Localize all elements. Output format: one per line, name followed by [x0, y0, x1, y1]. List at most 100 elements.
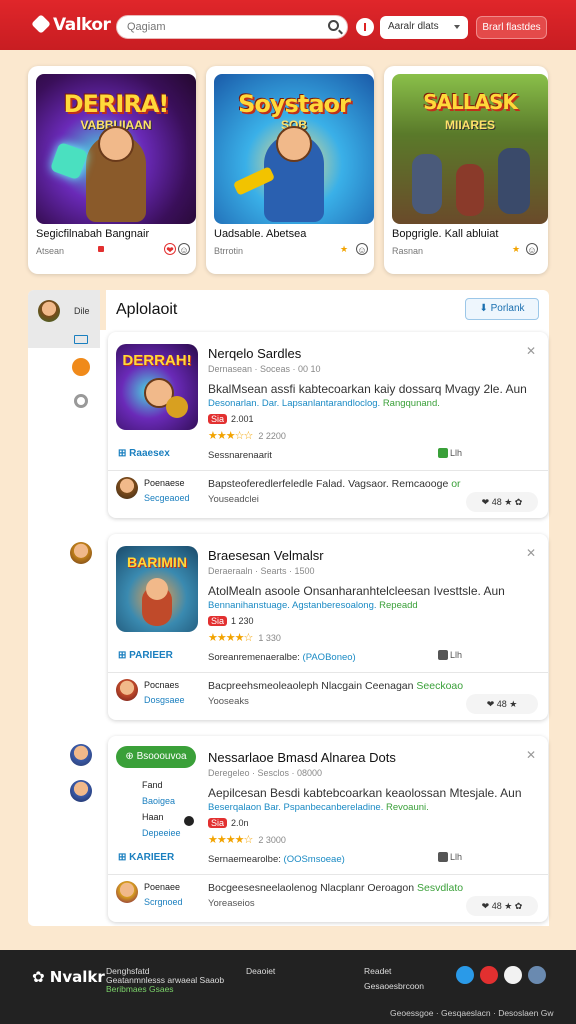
reactions[interactable]: ❤ 48 ★ ✿	[466, 492, 538, 512]
social-icon[interactable]	[480, 966, 498, 984]
user-avatar[interactable]	[116, 477, 138, 499]
flag-icon[interactable]	[438, 852, 448, 862]
sidebar-avatar[interactable]	[70, 780, 92, 802]
featured-image-1: DERIRA! VABBUIAAN	[36, 74, 196, 224]
social-icon[interactable]	[456, 966, 474, 984]
user-comment-text: Bocgeesesneelaolenog Nlacplanr Oeroagon	[208, 882, 415, 894]
tag-highlight[interactable]: Rangqunand.	[383, 398, 440, 409]
entry-description: BkalMsean assfi kabtecoarkan kaiy dossar…	[208, 382, 527, 396]
close-icon[interactable]: ✕	[526, 748, 536, 762]
sidebar: Dile	[28, 290, 100, 926]
tag-list[interactable]: Desonarlan. Dar. Lapsanlantarandloclog.	[208, 398, 380, 409]
price-value: 2.0n	[231, 818, 249, 828]
category-select[interactable]: Aaralr dlats	[380, 16, 468, 39]
info-icon[interactable]	[356, 18, 374, 36]
search-input[interactable]	[117, 16, 307, 38]
entry-thumbnail[interactable]: DERRAH!	[116, 344, 198, 430]
close-icon[interactable]: ✕	[526, 546, 536, 560]
category-pill-label: Bsooouvoa	[136, 751, 187, 762]
featured-card-3[interactable]: SALLASK MIIARES Bopgrigle. Kall abluiat …	[384, 66, 548, 274]
flag-icon[interactable]	[438, 650, 448, 660]
flag-icon[interactable]	[438, 448, 448, 458]
footer-link[interactable]: Beribmaes Gsaes	[106, 984, 174, 994]
user-name[interactable]: Poenaese	[144, 478, 185, 488]
settings-icon[interactable]	[74, 394, 88, 408]
search-icon[interactable]	[328, 20, 339, 31]
comment-link[interactable]: (PAOBoneo)	[303, 652, 356, 663]
smile-icon[interactable]: ☺	[526, 243, 538, 255]
comment-label: Sessnarenaarit	[208, 450, 272, 461]
app-entry[interactable]: BARIMIN Braesesan Velmalsr Deraeraaln · …	[108, 534, 548, 720]
user-avatar[interactable]	[116, 881, 138, 903]
sidebar-active-item[interactable]	[28, 290, 100, 348]
entry-comment-line: Sessnarenaarit	[208, 450, 272, 461]
price-value: 1 230	[231, 616, 254, 626]
user-handle[interactable]: Scrgnoed	[144, 897, 183, 907]
comment-link[interactable]: (OOSmsoeae)	[284, 854, 345, 865]
reactions[interactable]: ❤ 48 ★ ✿	[466, 896, 538, 916]
header-action-button[interactable]: Brarl flastdes	[476, 16, 547, 39]
featured-card-2[interactable]: Soystaor SOB Uadsable. Abetsea Btrrotin …	[206, 66, 374, 274]
warrior-figure	[456, 164, 484, 216]
app-entry[interactable]: ⊕ Bsooouvoa Fand Baoigea Haan Depeeiee N…	[108, 736, 548, 922]
gem-icon	[49, 141, 89, 181]
entry-title[interactable]: Nerqelo Sardles	[208, 346, 301, 361]
social-icon[interactable]	[528, 966, 546, 984]
footer-bottom-links[interactable]: Geoessgoe · Gesqaeslacn · Desoslaen Gw	[390, 1008, 553, 1018]
side-line[interactable]: Depeeiee	[142, 828, 181, 838]
social-icon[interactable]	[504, 966, 522, 984]
close-icon[interactable]: ✕	[526, 344, 536, 358]
tag-list[interactable]: Bennanihanstuage. Agstanberesoalong.	[208, 600, 377, 611]
entry-title[interactable]: Nessarlaoe Bmasd Alnarea Dots	[208, 750, 396, 765]
entry-price: Sia 2.0n	[208, 818, 249, 828]
sidebar-avatar[interactable]	[70, 744, 92, 766]
heart-icon[interactable]: ❤	[164, 243, 176, 255]
page-title: Aplolaoit	[116, 301, 178, 318]
user-name[interactable]: Pocnaes	[144, 680, 179, 690]
warrior-figure	[412, 154, 442, 214]
featured-title: Uadsable. Abetsea	[214, 228, 307, 240]
compass-icon[interactable]	[72, 358, 90, 376]
search-box[interactable]	[116, 15, 348, 39]
sidebar-avatar[interactable]	[70, 542, 92, 564]
logo-text: Valkor	[53, 15, 111, 35]
entry-link[interactable]: ⊞ KARIEER	[118, 852, 174, 863]
price-value: 2.001	[231, 414, 254, 424]
category-pill[interactable]: ⊕ Bsooouvoa	[116, 746, 196, 768]
entry-link[interactable]: ⊞ Raaesex	[118, 448, 170, 459]
user-handle[interactable]: Dosgsaee	[144, 695, 185, 705]
side-line[interactable]: Baoigea	[142, 796, 175, 806]
download-button[interactable]: ⬇ Porlank	[465, 298, 539, 320]
card-icon[interactable]	[74, 335, 88, 344]
entry-price: Sia 2.001	[208, 414, 254, 424]
footer-link[interactable]: Gesaoesbrcoon	[364, 981, 424, 991]
footer-logo[interactable]: ✿ Nvalkr	[32, 968, 105, 986]
user-avatar[interactable]	[116, 679, 138, 701]
tag-highlight[interactable]: Revoauni.	[386, 802, 429, 813]
entry-meta: Deraeraaln · Searts · 1500	[208, 566, 315, 576]
app-entry[interactable]: DERRAH! Nerqelo Sardles Dernasean · Soce…	[108, 332, 548, 518]
entry-thumbnail[interactable]: BARIMIN	[116, 546, 198, 632]
entry-tags: Beserqalaon Bar. Pspanbecanbereladine. R…	[208, 802, 429, 813]
reactions[interactable]: ❤ 48 ★	[466, 694, 538, 714]
footer-link[interactable]: Readet	[364, 966, 391, 976]
user-handle[interactable]: Secgeaoed	[144, 493, 190, 503]
tag-highlight[interactable]: Repeadd	[379, 600, 418, 611]
entry-price: Sia 1 230	[208, 616, 254, 626]
rating: ★★★★☆ 1 330	[208, 631, 281, 644]
entry-title[interactable]: Braesesan Velmalsr	[208, 548, 324, 563]
thumbnail-title: DERRAH!	[122, 352, 192, 369]
smile-icon[interactable]: ☺	[178, 243, 190, 255]
app-logo[interactable]: Valkor	[31, 14, 111, 35]
tag-list[interactable]: Beserqalaon Bar. Pspanbecanbereladine.	[208, 802, 383, 813]
featured-card-1[interactable]: DERIRA! VABBUIAAN Segicfilnabah Bangnair…	[28, 66, 196, 274]
user-name[interactable]: Poenaee	[144, 882, 180, 892]
sidebar-avatar[interactable]	[38, 300, 60, 322]
star-icon: ★	[339, 244, 349, 254]
smile-icon[interactable]: ☺	[356, 243, 368, 255]
rating-stars: ★★★☆☆	[208, 430, 253, 442]
rating-stars: ★★★★☆	[208, 632, 253, 644]
entry-link[interactable]: ⊞ PARIEER	[118, 650, 173, 661]
divider	[108, 470, 548, 471]
footer-link[interactable]: Deaoiet	[246, 966, 275, 976]
